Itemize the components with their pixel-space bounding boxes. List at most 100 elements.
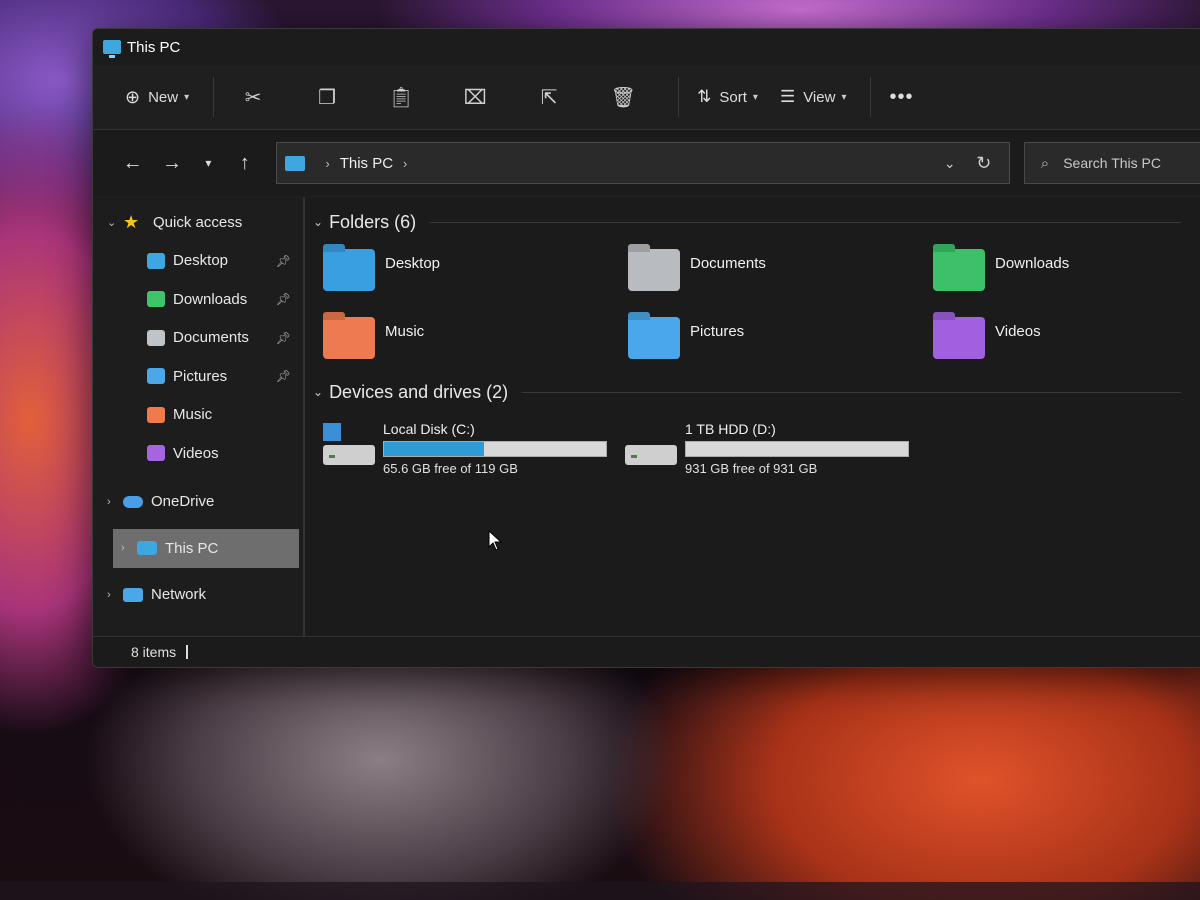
up-arrow-icon[interactable]: ↑ — [225, 152, 264, 175]
toolbar-divider — [213, 77, 215, 117]
share-icon[interactable]: ⇱ — [520, 77, 578, 117]
item-count: 8 items — [131, 644, 177, 660]
folder-name: Downloads — [995, 255, 1070, 272]
folder-videos[interactable]: Videos — [933, 317, 1193, 369]
back-arrow-icon[interactable]: ← — [113, 152, 152, 175]
drive-usage-bar — [383, 441, 607, 457]
onedrive-cloud-icon — [123, 495, 143, 508]
address-history-chevron-icon[interactable]: ⌄ — [933, 155, 967, 172]
desktop-icon — [147, 252, 165, 269]
videos-icon — [147, 445, 165, 462]
sidebar-item-label: Network — [151, 586, 207, 604]
sort-icon: ⇅ — [697, 87, 712, 106]
drive-name: 1 TB HDD (D:) — [685, 421, 776, 437]
toolbar-divider — [678, 77, 680, 117]
sidebar-item-documents[interactable]: Documents 📌︎ — [93, 319, 303, 358]
music-folder-icon — [323, 317, 375, 359]
sidebar-item-music[interactable]: Music — [93, 396, 303, 435]
folder-pictures[interactable]: Pictures — [628, 317, 933, 369]
folder-desktop[interactable]: Desktop — [323, 249, 628, 301]
folder-downloads[interactable]: Downloads — [933, 249, 1193, 301]
address-bar[interactable]: › This PC › ⌄ ↻ — [276, 142, 1010, 184]
folder-name: Documents — [690, 255, 766, 272]
breadcrumb-chevron-icon: › — [325, 155, 330, 171]
sidebar-item-label: This PC — [165, 539, 219, 557]
expanded-chevron-icon[interactable]: ⌄ — [107, 216, 123, 229]
content-pane: ⌄ Folders (6) Desktop Documents Downloads M… — [305, 197, 1200, 637]
drive-item[interactable]: Local Disk (C:) 65.6 GB free of 119 GB — [323, 421, 625, 476]
drive-item[interactable]: 1 TB HDD (D:) 931 GB free of 931 GB — [625, 421, 927, 476]
sort-button[interactable]: ⇅ Sort ▾ — [689, 77, 766, 117]
hard-drive-icon — [323, 423, 375, 465]
delete-icon[interactable]: 🗑︎ — [594, 77, 652, 117]
more-options-button[interactable]: ••• — [881, 77, 921, 117]
group-title: Folders (6) — [329, 211, 417, 232]
pin-icon: 📌︎ — [275, 253, 291, 268]
paste-icon[interactable]: 📋︎ — [372, 77, 430, 117]
folders-grid: Desktop Documents Downloads Music Pictures Vi… — [305, 239, 1200, 369]
window-title: This PC — [127, 38, 181, 56]
sidebar-item-this-pc[interactable]: › This PC — [113, 529, 299, 568]
new-button[interactable]: ⊕ New ▾ — [117, 77, 197, 117]
title-bar: This PC — [93, 29, 1200, 65]
sidebar-item-pictures[interactable]: Pictures 📌︎ — [93, 357, 303, 396]
refresh-icon[interactable]: ↻ — [967, 153, 1001, 174]
collapsed-chevron-icon[interactable]: › — [107, 589, 123, 601]
sidebar-item-label: Pictures — [173, 367, 228, 385]
pictures-icon — [147, 368, 165, 385]
music-icon — [147, 406, 165, 423]
sidebar-item-quick-access[interactable]: ⌄ ★ Quick access — [93, 203, 303, 242]
toolbar-divider — [870, 77, 872, 117]
breadcrumb-chevron-icon[interactable]: › — [403, 156, 407, 171]
document-icon — [147, 329, 165, 346]
status-bar: 8 items — [93, 636, 1200, 667]
navigation-pane: ⌄ ★ Quick access Desktop 📌︎ Downloads 📌︎ Doc… — [93, 197, 305, 637]
folder-name: Music — [385, 323, 425, 340]
folders-group-header[interactable]: ⌄ Folders (6) — [305, 205, 1200, 239]
expanded-chevron-icon[interactable]: ⌄ — [313, 385, 323, 399]
folder-name: Videos — [995, 323, 1041, 340]
drive-free-space: 931 GB free of 931 GB — [685, 461, 818, 476]
this-pc-icon — [285, 155, 306, 171]
view-icon: ☰ — [779, 87, 796, 106]
search-icon: ⌕ — [1040, 154, 1050, 172]
rename-icon[interactable]: ⌧ — [446, 77, 504, 117]
plus-circle-icon: ⊕ — [125, 86, 141, 107]
folder-music[interactable]: Music — [323, 317, 628, 369]
sidebar-item-downloads[interactable]: Downloads 📌︎ — [93, 280, 303, 319]
status-divider — [186, 645, 189, 659]
chevron-down-icon: ▾ — [752, 91, 758, 103]
group-divider — [522, 391, 1181, 393]
sidebar-item-onedrive[interactable]: › OneDrive — [93, 483, 303, 522]
recent-locations-chevron-icon[interactable]: ▾ — [192, 156, 225, 170]
videos-folder-icon — [933, 317, 985, 359]
desktop-folder-icon — [323, 249, 375, 291]
drives-group-header[interactable]: ⌄ Devices and drives (2) — [305, 375, 1200, 409]
cut-icon[interactable]: ✂ — [224, 77, 282, 117]
expanded-chevron-icon[interactable]: ⌄ — [313, 215, 323, 229]
command-bar: ⊕ New ▾ ✂ ❐ 📋︎ ⌧ ⇱ 🗑︎ ⇅ Sort ▾ ☰ View ▾ … — [93, 65, 1200, 130]
chevron-down-icon: ▾ — [184, 91, 190, 103]
folder-documents[interactable]: Documents — [628, 249, 933, 301]
sidebar-item-label: Quick access — [153, 213, 243, 231]
breadcrumb-this-pc[interactable]: This PC — [340, 155, 393, 172]
drive-name: Local Disk (C:) — [383, 421, 475, 437]
copy-icon[interactable]: ❐ — [298, 77, 356, 117]
collapsed-chevron-icon[interactable]: › — [121, 542, 137, 554]
windows-logo-icon — [323, 423, 341, 441]
collapsed-chevron-icon[interactable]: › — [107, 496, 123, 508]
mouse-pointer-icon — [488, 529, 503, 551]
forward-arrow-icon[interactable]: → — [152, 152, 191, 175]
sidebar-item-desktop[interactable]: Desktop 📌︎ — [93, 242, 303, 281]
search-box[interactable]: ⌕ Search This PC — [1023, 142, 1200, 184]
view-button[interactable]: ☰ View ▾ — [772, 77, 855, 117]
sidebar-item-network[interactable]: › Network — [93, 576, 303, 615]
sidebar-item-videos[interactable]: Videos — [93, 434, 303, 473]
taskbar — [0, 882, 1200, 900]
pictures-folder-icon — [628, 317, 680, 359]
pin-icon: 📌︎ — [275, 292, 291, 307]
pin-icon: 📌︎ — [275, 369, 291, 384]
sidebar-item-label: Downloads — [173, 290, 248, 308]
network-icon — [123, 587, 143, 602]
sort-label: Sort — [719, 88, 747, 106]
